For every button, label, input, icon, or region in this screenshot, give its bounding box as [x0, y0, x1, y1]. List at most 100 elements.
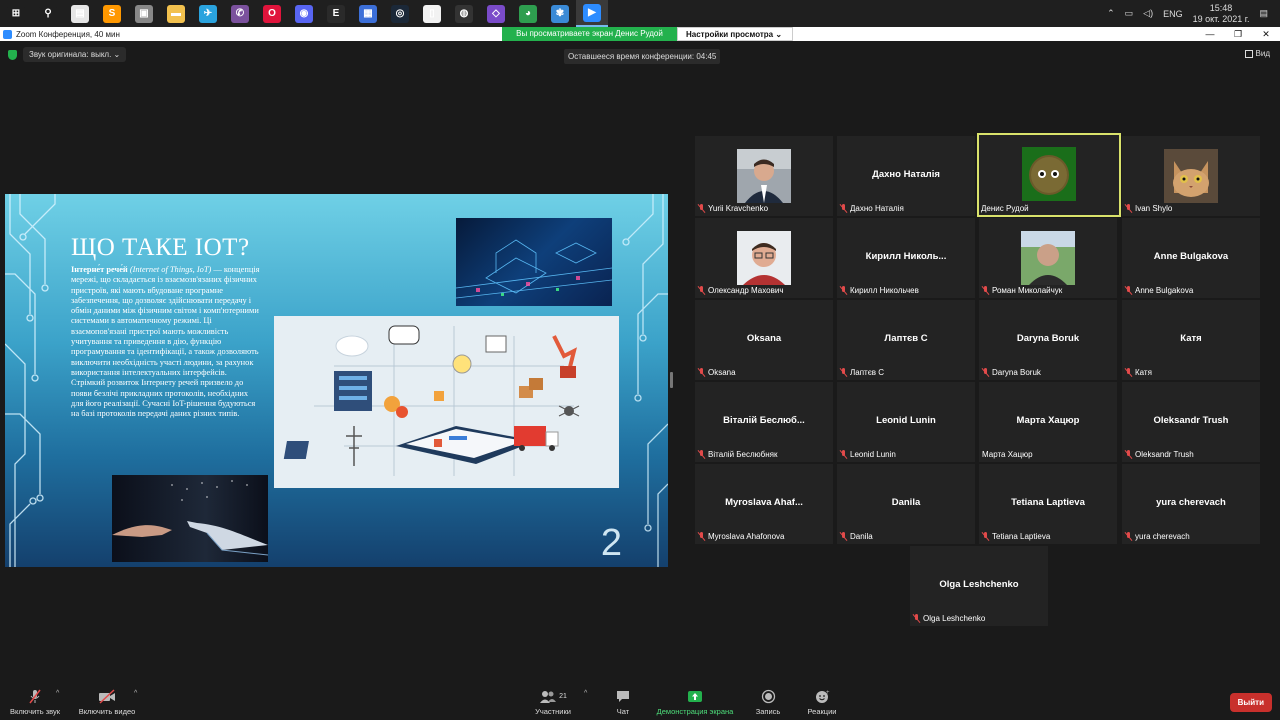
chevron-down-icon: ⌄: [775, 30, 783, 39]
taskbar-app-blue-icon[interactable]: ▦: [352, 0, 384, 27]
start-video-button[interactable]: Включить видео: [74, 689, 140, 716]
participant-tile[interactable]: Myroslava Ahaf... Myroslava Ahafonova: [695, 464, 833, 544]
taskbar-store-icon[interactable]: ▤: [64, 0, 96, 27]
participant-name-label: Leonid Lunin: [840, 450, 896, 459]
participant-tile[interactable]: Марта Хацюр Марта Хацюр: [979, 382, 1117, 462]
taskbar-document-icon[interactable]: ▯: [416, 0, 448, 27]
participant-tile[interactable]: Денис Рудой: [977, 133, 1121, 217]
taskbar-steam-icon[interactable]: ◎: [384, 0, 416, 27]
notifications-icon[interactable]: ▤: [1259, 8, 1268, 19]
clock-date: 19 окт. 2021 г.: [1192, 13, 1250, 24]
taskbar-search-icon[interactable]: ⚲: [32, 0, 64, 27]
taskbar-sublime-icon[interactable]: S: [96, 0, 128, 27]
taskbar-viber-icon[interactable]: ✆: [224, 0, 256, 27]
participants-button[interactable]: 21 Участники: [530, 689, 576, 716]
participant-name-label: Oleksandr Trush: [1125, 450, 1194, 459]
taskbar-folder-icon[interactable]: ▬: [160, 0, 192, 27]
audio-options-caret[interactable]: ^: [56, 690, 59, 697]
participant-tile[interactable]: Олександр Махович: [695, 218, 833, 298]
participant-tile[interactable]: Tetiana Laptieva Tetiana Laptieva: [979, 464, 1117, 544]
start-video-label: Включить видео: [78, 707, 136, 716]
participant-name-label: Daryna Boruk: [982, 368, 1041, 377]
participants-options-caret[interactable]: ^: [584, 690, 587, 697]
chevron-up-icon[interactable]: ⌃: [1107, 8, 1115, 19]
chat-button[interactable]: Чат: [608, 689, 638, 716]
reactions-button[interactable]: + Реакции: [802, 689, 842, 716]
resize-splitter[interactable]: [670, 372, 673, 388]
participant-tile[interactable]: Anne Bulgakova Anne Bulgakova: [1122, 218, 1260, 298]
microphone-muted-icon: [698, 286, 705, 295]
video-options-caret[interactable]: ^: [134, 690, 137, 697]
leave-button[interactable]: Выйти: [1229, 693, 1272, 712]
participant-tile[interactable]: Yurii Kravchenko: [695, 136, 833, 216]
taskbar-visual-studio-icon[interactable]: ◇: [480, 0, 512, 27]
share-screen-icon: [650, 689, 740, 704]
participant-name: Danila: [850, 532, 873, 541]
taskbar-windows-start-icon[interactable]: ⊞: [0, 0, 32, 27]
volume-icon[interactable]: ◁): [1143, 8, 1153, 19]
microphone-muted-icon: [840, 450, 847, 459]
participant-display-name: Olga Leshchenko: [939, 579, 1019, 590]
participant-photo: [1022, 147, 1076, 201]
participant-tile[interactable]: Danila Danila: [837, 464, 975, 544]
microphone-muted-icon: [698, 532, 705, 541]
participant-name-label: Danila: [840, 532, 873, 541]
taskbar-obs-icon[interactable]: ◍: [448, 0, 480, 27]
participant-tile[interactable]: Daryna Boruk Daryna Boruk: [979, 300, 1117, 380]
participant-name: Лаптєв С: [850, 368, 885, 377]
participant-name-label: Олександр Махович: [698, 286, 784, 295]
participant-tile[interactable]: Leonid Lunin Leonid Lunin: [837, 382, 975, 462]
participant-name: Olga Leshchenko: [923, 614, 986, 623]
participant-display-name: Кирилл Николь...: [865, 251, 947, 262]
network-icon[interactable]: ▭: [1125, 8, 1134, 19]
participant-name-label: Yurii Kravchenko: [698, 204, 768, 213]
taskbar-chrome-icon[interactable]: ◕: [512, 0, 544, 27]
view-options-button[interactable]: Настройки просмотра ⌄: [677, 27, 793, 41]
participant-name-label: Anne Bulgakova: [1125, 286, 1193, 295]
participant-tile[interactable]: yura cherevach yura cherevach: [1122, 464, 1260, 544]
taskbar-app-light-blue-icon[interactable]: ✾: [544, 0, 576, 27]
share-screen-button[interactable]: Демонстрация экрана: [650, 689, 740, 716]
participant-tile[interactable]: Oleksandr Trush Oleksandr Trush: [1122, 382, 1260, 462]
participant-name: Марта Хацюр: [982, 450, 1033, 459]
taskbar-zoom-icon[interactable]: ▶: [576, 0, 608, 27]
participant-tile[interactable]: Oksana Oksana: [695, 300, 833, 380]
participant-name-label: Myroslava Ahafonova: [698, 532, 785, 541]
view-button[interactable]: Вид: [1244, 49, 1270, 58]
windows-start-icon: ⊞: [7, 4, 25, 23]
participant-tile[interactable]: Віталій Беслюб... Віталій Беслюбняк: [695, 382, 833, 462]
sublime-icon: S: [103, 4, 121, 23]
participant-tile[interactable]: Катя Катя: [1122, 300, 1260, 380]
participant-tile[interactable]: Ivan Shylo: [1122, 136, 1260, 216]
participant-display-name: Лаптєв С: [884, 333, 928, 344]
taskbar-app-gray-icon[interactable]: ▣: [128, 0, 160, 27]
close-button[interactable]: ✕: [1252, 27, 1280, 41]
shield-icon[interactable]: [8, 49, 17, 60]
participant-display-name: yura cherevach: [1156, 497, 1226, 508]
maximize-button[interactable]: ❐: [1224, 27, 1252, 41]
participant-tile[interactable]: Olga Leshchenko Olga Leshchenko: [910, 546, 1048, 626]
language-indicator[interactable]: ENG: [1163, 9, 1183, 19]
participant-display-name: Danila: [891, 497, 921, 508]
share-banner: Вы просматриваете экран Денис Рудой Наст…: [502, 27, 793, 41]
record-button[interactable]: Запись: [750, 689, 786, 716]
participant-tile[interactable]: Лаптєв С Лаптєв С: [837, 300, 975, 380]
slide-title: ЩО ТАКЕ IOT?: [71, 234, 250, 261]
participant-name: Роман Миколайчук: [992, 286, 1063, 295]
microphone-muted-icon: [913, 614, 920, 623]
taskbar-discord-icon[interactable]: ◉: [288, 0, 320, 27]
taskbar-opera-icon[interactable]: O: [256, 0, 288, 27]
participant-tile[interactable]: Роман Миколайчук: [979, 218, 1117, 298]
minimize-button[interactable]: —: [1196, 27, 1224, 41]
participant-tile[interactable]: Дахно Наталія Дахно Наталія: [837, 136, 975, 216]
participant-name-label: Olga Leshchenko: [913, 614, 985, 623]
participant-tile[interactable]: Кирилл Николь... Кирилл Никольчев: [837, 218, 975, 298]
taskbar-telegram-icon[interactable]: ✈: [192, 0, 224, 27]
clock[interactable]: 15:48 19 окт. 2021 г.: [1193, 3, 1250, 25]
taskbar-epic-icon[interactable]: E: [320, 0, 352, 27]
participant-display-name: Tetiana Laptieva: [1011, 497, 1085, 508]
shared-slide: ЩО ТАКЕ IOT? Інтерне́т рече́й (Internet …: [5, 194, 668, 567]
participant-name: Anne Bulgakova: [1135, 286, 1194, 295]
original-sound-button[interactable]: Звук оригинала: выкл. ⌄: [23, 47, 127, 62]
participant-display-name: Oleksandr Trush: [1153, 415, 1229, 426]
